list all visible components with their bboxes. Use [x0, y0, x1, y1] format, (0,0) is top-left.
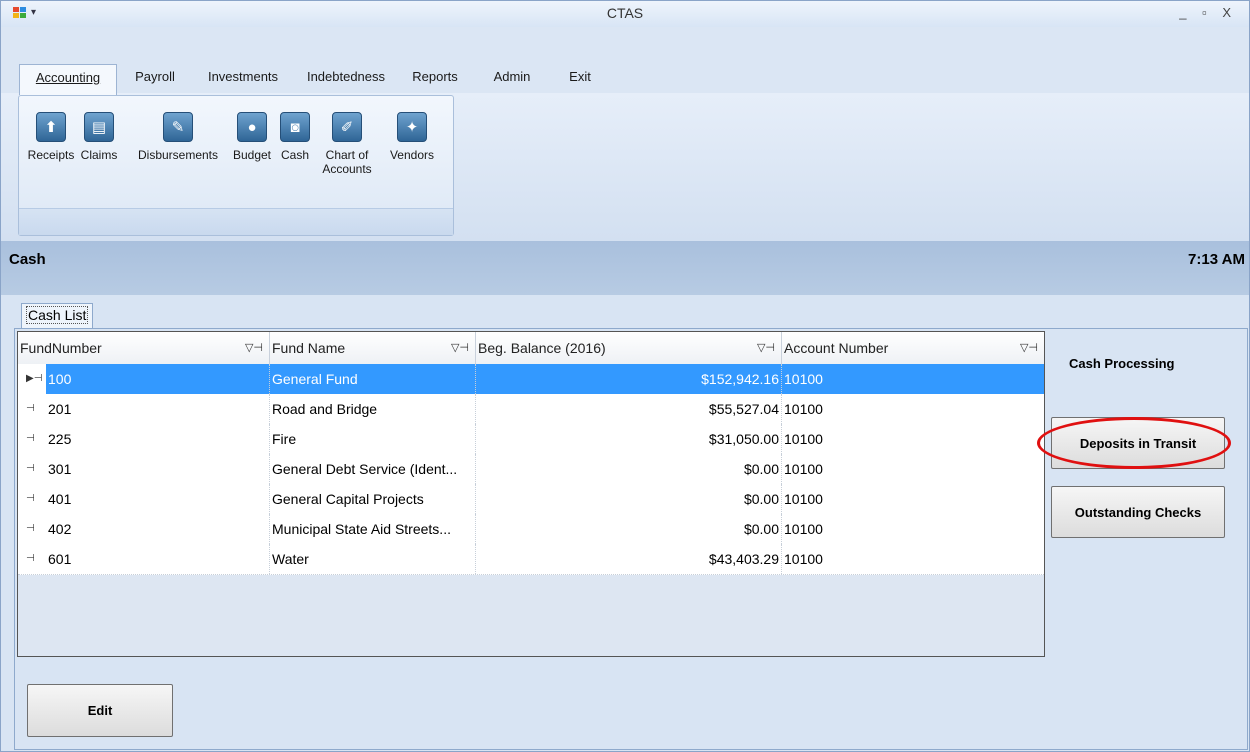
receipts-button[interactable]: ⬆ Receipts	[23, 112, 79, 162]
edit-button[interactable]: Edit	[27, 684, 173, 737]
disbursements-icon: ✎	[163, 112, 193, 142]
cash-button[interactable]: ◙ Cash	[275, 112, 315, 162]
tab-reports[interactable]: Reports	[409, 64, 461, 94]
tab-cash-list[interactable]: Cash List	[21, 303, 93, 328]
row-pin-icon[interactable]: ⊣	[18, 424, 46, 454]
column-header-beg-balance[interactable]: Beg. Balance (2016) ▽⊣	[476, 332, 782, 364]
accounting-ribbon-group: ⬆ Receipts ▤ Claims ✎ Disbursements ● Bu…	[18, 95, 454, 236]
grid-header: FundNumber ▽⊣ Fund Name ▽⊣ Beg. Balance (2…	[18, 332, 1044, 365]
tab-accounting[interactable]: Accounting	[19, 64, 117, 95]
tab-exit[interactable]: Exit	[565, 64, 595, 94]
clock-time: 7:13 AM	[1188, 251, 1245, 268]
cash-icon: ◙	[280, 112, 310, 142]
section-title: Cash	[9, 251, 46, 268]
budget-icon: ●	[237, 112, 267, 142]
outstanding-checks-button[interactable]: Outstanding Checks	[1051, 486, 1225, 538]
filter-pin-icon[interactable]: ▽⊣	[757, 332, 775, 364]
tab-payroll[interactable]: Payroll	[125, 64, 185, 94]
tab-indebtedness[interactable]: Indebtedness	[303, 64, 389, 94]
cash-grid[interactable]: FundNumber ▽⊣ Fund Name ▽⊣ Beg. Balance (2…	[17, 331, 1045, 657]
table-row[interactable]: ⊣ 601 Water $43,403.29 10100	[18, 544, 1044, 575]
table-row[interactable]: ⊣ 201 Road and Bridge $55,527.04 10100	[18, 394, 1044, 425]
claims-button[interactable]: ▤ Claims	[75, 112, 123, 162]
table-row[interactable]: ⊣ 225 Fire $31,050.00 10100	[18, 424, 1044, 455]
column-header-account-number[interactable]: Account Number ▽⊣	[782, 332, 1044, 364]
table-row[interactable]: ⊣ 301 General Debt Service (Ident... $0.…	[18, 454, 1044, 485]
filter-pin-icon[interactable]: ▽⊣	[451, 332, 469, 364]
table-row[interactable]: ⊣ 401 General Capital Projects $0.00 101…	[18, 484, 1044, 515]
filter-pin-icon[interactable]: ▽⊣	[245, 332, 263, 364]
table-row[interactable]: ⊣ 402 Municipal State Aid Streets... $0.…	[18, 514, 1044, 545]
table-row[interactable]: ▶⊣ 100 General Fund $152,942.16 10100	[18, 364, 1044, 395]
row-pin-icon[interactable]: ⊣	[18, 454, 46, 484]
tab-admin[interactable]: Admin	[491, 64, 533, 94]
window-controls[interactable]: _ ▫ X	[1179, 5, 1237, 20]
vendors-icon: ✦	[397, 112, 427, 142]
app-window: ▾ CTAS _ ▫ X Accounting Payroll Investme…	[0, 0, 1250, 752]
receipts-icon: ⬆	[36, 112, 66, 142]
cash-list-panel: FundNumber ▽⊣ Fund Name ▽⊣ Beg. Balance (2…	[14, 328, 1248, 750]
cash-processing-title: Cash Processing	[1069, 356, 1175, 371]
filter-pin-icon[interactable]: ▽⊣	[1020, 332, 1038, 364]
row-pin-icon[interactable]: ⊣	[18, 514, 46, 544]
tab-investments[interactable]: Investments	[203, 64, 283, 94]
title-bar: ▾ CTAS _ ▫ X	[1, 1, 1249, 27]
claims-icon: ▤	[84, 112, 114, 142]
row-pin-icon[interactable]: ⊣	[18, 394, 46, 424]
row-selector-icon[interactable]: ▶⊣	[18, 364, 46, 394]
ribbon-group-footer	[19, 208, 453, 235]
section-header: Cash 7:13 AM	[1, 241, 1249, 295]
window-title: CTAS	[606, 5, 644, 21]
row-pin-icon[interactable]: ⊣	[18, 484, 46, 514]
deposits-in-transit-button[interactable]: Deposits in Transit	[1051, 417, 1225, 469]
column-header-fund-name[interactable]: Fund Name ▽⊣	[270, 332, 476, 364]
vendors-button[interactable]: ✦ Vendors	[385, 112, 439, 162]
chart-of-accounts-icon: ✐	[332, 112, 362, 142]
chart-of-accounts-button[interactable]: ✐ Chart of Accounts	[319, 112, 375, 176]
budget-button[interactable]: ● Budget	[229, 112, 275, 162]
row-pin-icon[interactable]: ⊣	[18, 544, 46, 574]
column-header-fundnumber[interactable]: FundNumber ▽⊣	[18, 332, 270, 364]
disbursements-button[interactable]: ✎ Disbursements	[133, 112, 223, 162]
